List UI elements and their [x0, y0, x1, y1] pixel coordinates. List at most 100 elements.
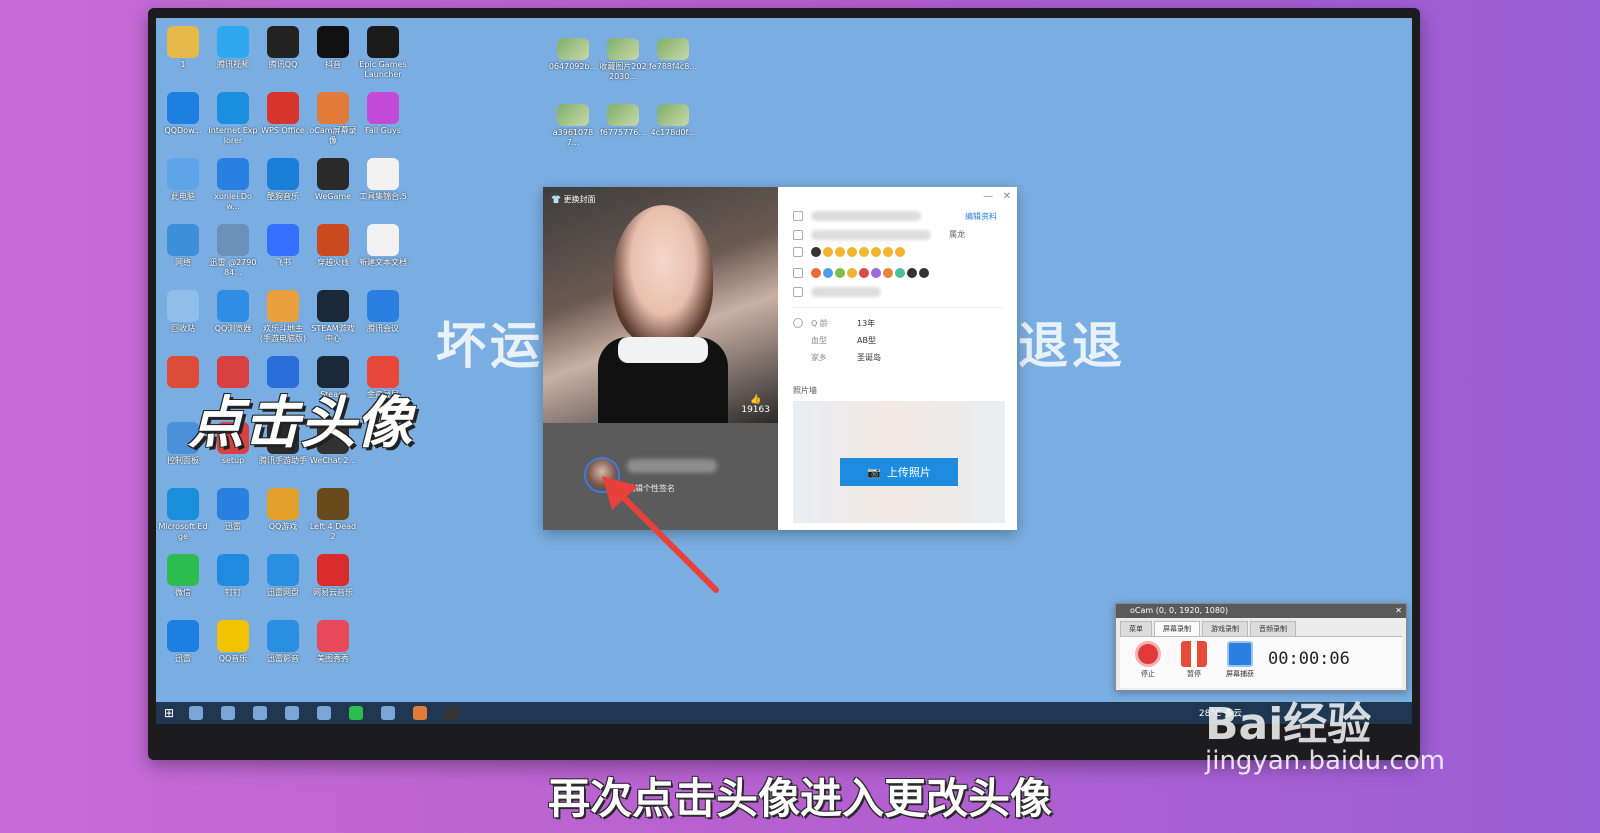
shortcut-label: 迅雷: [175, 654, 191, 663]
desktop-shortcut[interactable]: 迅雷网盘: [258, 554, 308, 598]
shortcut-label: QQ游戏: [268, 522, 298, 531]
cover-photo[interactable]: 👕 更换封面 👍 19163: [543, 187, 778, 423]
pause-label: 暂停: [1187, 670, 1201, 678]
desktop-shortcut[interactable]: QQ音乐: [208, 620, 258, 664]
level-badges[interactable]: [811, 247, 905, 257]
stop-button[interactable]: 停止: [1130, 641, 1166, 679]
desktop-shortcut[interactable]: 美图秀秀: [308, 620, 358, 664]
qq-browser-taskbar-icon[interactable]: [381, 706, 396, 720]
desktop-shortcut[interactable]: Left 4 Dead 2: [308, 488, 358, 542]
ocam-taskbar-icon[interactable]: [413, 706, 428, 720]
profile-field-value: 13年: [857, 319, 876, 328]
shortcut-label: Epic Games Launcher: [359, 60, 407, 79]
desktop-shortcut[interactable]: 迅雷: [158, 620, 208, 664]
explorer-icon[interactable]: [221, 706, 236, 720]
image-file[interactable]: a39610787...: [548, 104, 598, 148]
desktop-shortcut[interactable]: Microsoft Edge: [158, 488, 208, 542]
recycle-bin-icon: [167, 290, 199, 322]
desktop-shortcut[interactable]: WPS Office: [258, 92, 308, 136]
image-file[interactable]: fe788f4c8...: [648, 38, 698, 72]
pause-button[interactable]: 暂停: [1176, 641, 1212, 679]
sogou-taskbar-icon[interactable]: [285, 706, 300, 720]
desktop-shortcut[interactable]: QQ浏览器: [208, 290, 258, 334]
desktop-shortcut[interactable]: WeGame: [308, 158, 358, 202]
info-icon: [793, 318, 803, 328]
desktop-shortcut[interactable]: Epic Games Launcher: [358, 26, 408, 80]
desktop-shortcut[interactable]: 飞书: [258, 224, 308, 268]
upload-photo-button[interactable]: 📷 上传照片: [840, 458, 958, 486]
close-button[interactable]: ✕: [1003, 191, 1011, 202]
ocam-title: oCam (0, 0, 1920, 1080): [1130, 606, 1229, 615]
ocam-close-button[interactable]: ✕: [1395, 604, 1402, 618]
player-icon: [267, 620, 299, 652]
desktop-shortcut[interactable]: 工具集锦合.5: [358, 158, 408, 202]
netease-music-icon: [317, 554, 349, 586]
desktop-shortcut[interactable]: 迅雷影音: [258, 620, 308, 664]
wechat-taskbar-icon[interactable]: [349, 706, 364, 720]
desktop-shortcut[interactable]: 抖音: [308, 26, 358, 70]
desktop-shortcut[interactable]: xunlei Dow...: [208, 158, 258, 212]
desktop-shortcut[interactable]: 欢乐斗地主(手游电脑版): [258, 290, 308, 344]
desktop-shortcut[interactable]: 腾讯视频: [208, 26, 258, 70]
desktop-shortcut[interactable]: QQ游戏: [258, 488, 308, 532]
cloud-drive-icon: [267, 554, 299, 586]
desktop-shortcut[interactable]: 迅雷 @279084...: [208, 224, 258, 278]
change-cover-label: 更换封面: [563, 195, 596, 204]
browser-icon[interactable]: [253, 706, 268, 720]
ocam-tab[interactable]: 屏幕录制: [1154, 621, 1200, 636]
desktop-shortcut[interactable]: 腾讯QQ: [258, 26, 308, 70]
ocam-tab[interactable]: 游戏录制: [1202, 621, 1248, 636]
qage-row: [793, 318, 811, 328]
desktop-shortcut[interactable]: 腾讯会议: [358, 290, 408, 334]
service-icon: [859, 268, 869, 278]
profile-field-key: Q 龄: [811, 319, 828, 328]
ocam-tab[interactable]: 菜单: [1120, 621, 1152, 636]
minimize-button[interactable]: —: [983, 191, 993, 202]
desktop-shortcut[interactable]: Fall Guys: [358, 92, 408, 136]
service-badges[interactable]: [811, 268, 929, 278]
feishu-taskbar-icon[interactable]: [317, 706, 332, 720]
desktop-shortcut[interactable]: 1: [158, 26, 208, 70]
zodiac-label: 属龙: [949, 230, 965, 239]
desktop-shortcut[interactable]: 此电脑: [158, 158, 208, 202]
qq-taskbar-icon[interactable]: [445, 706, 460, 720]
desktop-shortcut[interactable]: 回收站: [158, 290, 208, 334]
desktop-shortcut[interactable]: QQDow...: [158, 92, 208, 136]
sun-badge-icon: [847, 247, 857, 257]
image-file[interactable]: 0647092b...: [548, 38, 598, 72]
desktop-shortcut[interactable]: STEAM游戏中心: [308, 290, 358, 344]
desktop-shortcut[interactable]: 穿越火线: [308, 224, 358, 268]
desktop-shortcut[interactable]: 迅雷: [208, 488, 258, 532]
desktop-shortcut[interactable]: 酷狗音乐: [258, 158, 308, 202]
desktop-shortcut[interactable]: 钉钉: [208, 554, 258, 598]
thumbs-up-icon: 👍: [750, 395, 762, 405]
image-file[interactable]: 收藏图片2022030...: [598, 38, 648, 82]
crown-badge-icon: [811, 247, 821, 257]
dingtalk-icon: [217, 554, 249, 586]
desktop-shortcut[interactable]: 新建文本文档: [358, 224, 408, 268]
desktop-shortcut[interactable]: oCam屏幕录像: [308, 92, 358, 146]
edit-profile-link[interactable]: 编辑资料: [965, 211, 997, 222]
change-cover-button[interactable]: 👕 更换封面: [551, 194, 596, 205]
shortcut-label: 迅雷网盘: [267, 588, 299, 597]
edge-icon: [167, 488, 199, 520]
photo-wall-title: 照片墙: [793, 386, 817, 395]
image-file[interactable]: f6775776...: [598, 104, 648, 138]
shirt-icon: 👕: [551, 195, 561, 204]
profile-field-key: 家乡: [811, 353, 827, 362]
desktop-shortcut[interactable]: 网络: [158, 224, 208, 268]
desktop-shortcut[interactable]: 微信: [158, 554, 208, 598]
desktop-shortcut[interactable]: 网易云音乐: [308, 554, 358, 598]
shortcut-label: 欢乐斗地主(手游电脑版): [259, 324, 307, 343]
screen-capture-button[interactable]: 屏幕捕获: [1222, 641, 1258, 679]
like-counter[interactable]: 👍 19163: [741, 395, 770, 415]
profile-field-value: AB型: [857, 336, 876, 345]
shortcut-label: Left 4 Dead 2: [309, 522, 357, 541]
desktop-shortcut[interactable]: Internet Explorer: [208, 92, 258, 146]
wps-icon: [267, 92, 299, 124]
image-file-label: 0647092b...: [548, 62, 598, 71]
image-file[interactable]: 4c178d0f...: [648, 104, 698, 138]
search-icon[interactable]: [189, 706, 204, 720]
start-button[interactable]: ⊞: [164, 706, 174, 720]
ocam-tab[interactable]: 音频录制: [1250, 621, 1296, 636]
